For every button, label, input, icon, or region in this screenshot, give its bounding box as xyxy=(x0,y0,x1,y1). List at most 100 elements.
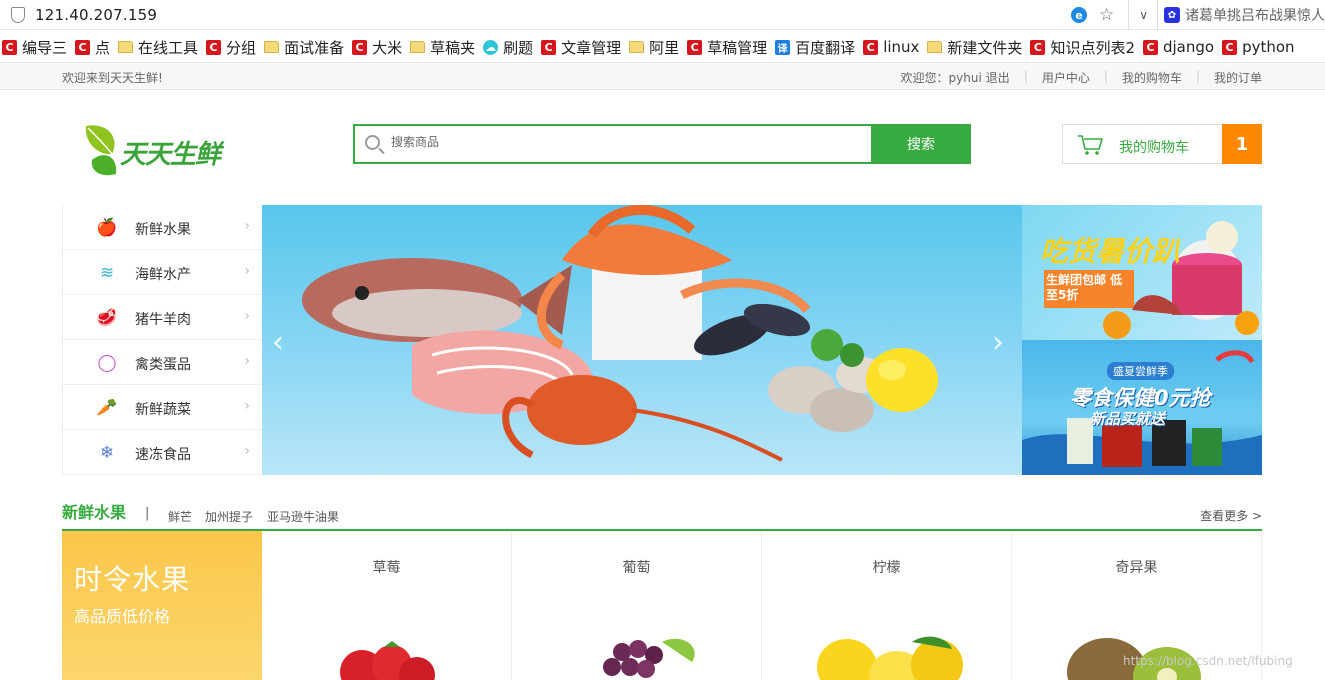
category-label: 新鲜水果 xyxy=(135,222,191,238)
bookmark-item[interactable]: 在线工具 xyxy=(118,37,198,58)
category-item[interactable]: ≋ 海鲜水产 › xyxy=(63,250,262,295)
seasonal-promo[interactable]: 时令水果 高品质低价格 xyxy=(62,531,262,680)
search-button[interactable]: 搜索 xyxy=(871,124,971,164)
apple-icon: 🍎 xyxy=(96,218,118,238)
goods-name[interactable]: 葡萄 xyxy=(512,557,761,577)
bookmark-item[interactable]: C 知识点列表2 xyxy=(1030,37,1135,58)
bookmark-label: django xyxy=(1162,38,1215,56)
bookmark-item[interactable]: Clinux xyxy=(863,38,919,56)
goods-item[interactable]: 柠檬 xyxy=(762,531,1012,680)
ad1-title: 吃货暑价趴 xyxy=(1040,235,1181,268)
folder-icon xyxy=(629,41,645,53)
bookmark-label: 面试准备 xyxy=(284,38,345,57)
cloud-icon: ☁ xyxy=(483,39,499,55)
egg-icon: ◯ xyxy=(97,353,117,373)
ad-summer-deal[interactable]: 吃货暑价趴 生鲜团包邮 低至5折 xyxy=(1022,205,1262,340)
goods-item[interactable]: 草莓 xyxy=(262,531,512,680)
goods-name[interactable]: 奇异果 xyxy=(1012,557,1261,577)
bookmark-item[interactable]: C点 xyxy=(75,37,110,58)
meat-icon: 🥩 xyxy=(96,308,118,328)
prev-slide-arrow-icon[interactable]: ‹ xyxy=(272,325,284,360)
category-item[interactable]: 🥕 新鲜蔬菜 › xyxy=(63,385,262,430)
address-bar-actions: e ☆ ∨ ✿ 诸葛单挑吕布战果惊人 xyxy=(1070,0,1325,30)
category-item[interactable]: 🍎 新鲜水果 › xyxy=(63,205,262,250)
bookmark-label: 点 xyxy=(95,38,111,57)
bookmark-item[interactable]: C 分组 xyxy=(206,37,256,58)
sub-link-avocado[interactable]: 亚马逊牛油果 xyxy=(267,508,339,525)
bookmark-label: 在线工具 xyxy=(138,38,199,57)
csdn-icon: C xyxy=(352,39,368,55)
search-icon xyxy=(365,135,380,150)
chevron-down-icon[interactable]: ∨ xyxy=(1139,8,1148,22)
goods-name[interactable]: 柠檬 xyxy=(762,557,1011,577)
folder-icon xyxy=(927,41,943,53)
lemon-image xyxy=(817,636,963,680)
bookmark-label: 编导三 xyxy=(22,38,68,57)
folder-icon xyxy=(264,41,280,53)
bookmark-item[interactable]: C 编导三 xyxy=(2,37,67,58)
bookmark-label: linux xyxy=(883,38,920,56)
watermark: https://blog.csdn.net/lfubing xyxy=(1123,654,1293,668)
news-snippet[interactable]: 诸葛单挑吕布战果惊人 xyxy=(1185,5,1325,25)
cart-count-badge[interactable]: 1 xyxy=(1222,124,1262,164)
category-item[interactable]: 🥩 猪牛羊肉 › xyxy=(63,295,262,340)
search-input[interactable] xyxy=(391,135,851,149)
bookmark-item[interactable]: C 草稿管理 xyxy=(687,37,767,58)
bookmark-item[interactable]: C 文章管理 xyxy=(541,37,621,58)
ad2-tag: 盛夏尝鲜季 xyxy=(1107,362,1174,380)
bookmark-item[interactable]: 译百度翻译 xyxy=(775,37,855,58)
section-title[interactable]: 新鲜水果 xyxy=(62,499,126,523)
bookmark-item[interactable]: 面试准备 xyxy=(264,37,344,58)
promo-subtitle: 高品质低价格 xyxy=(74,607,171,626)
logo-text: 天天生鲜 xyxy=(120,140,221,170)
logout-link[interactable]: 退出 xyxy=(986,69,1010,86)
view-more-link[interactable]: 查看更多 > xyxy=(1200,507,1262,524)
category-item[interactable]: ◯ 禽类蛋品 › xyxy=(63,340,262,385)
folder-icon xyxy=(410,41,426,53)
bookmark-label: 分组 xyxy=(226,38,257,57)
csdn-icon: C xyxy=(2,39,17,55)
bookmark-item[interactable]: Cdjango xyxy=(1142,38,1215,56)
csdn-icon: C xyxy=(863,39,879,55)
category-label: 禽类蛋品 xyxy=(135,357,191,373)
bookmark-label: 文章管理 xyxy=(561,38,622,57)
bookmark-item[interactable]: 草稿夹 xyxy=(410,37,475,58)
goods-item[interactable]: 葡萄 xyxy=(512,531,762,680)
url-field[interactable]: 121.40.207.159 xyxy=(35,6,157,24)
ad2-subtitle: 新品买就送 xyxy=(1090,410,1166,428)
ad-snack-promo[interactable]: 盛夏尝鲜季 零食保健0元抢 新品买就送 xyxy=(1022,340,1262,475)
bookmark-label: 草稿夹 xyxy=(430,38,476,57)
bookmark-item[interactable]: ☁ 刷题 xyxy=(483,37,533,58)
csdn-icon: C xyxy=(1222,39,1238,55)
ie-mode-icon[interactable]: e xyxy=(1070,7,1087,23)
sub-link-grape[interactable]: 加州提子 xyxy=(205,508,253,525)
bookmark-item[interactable]: C 大米 xyxy=(352,37,402,58)
section-header: 新鲜水果 | 鲜芒 加州提子 亚马逊牛油果 查看更多 > xyxy=(62,495,1262,531)
my-cart-link[interactable]: 我的购物车 xyxy=(1122,69,1182,86)
goods-name[interactable]: 草莓 xyxy=(262,557,511,577)
category-item[interactable]: ❄ 速冻食品 › xyxy=(63,430,262,475)
user-center-link[interactable]: 用户中心 xyxy=(1042,69,1090,86)
bookmark-label: 百度翻译 xyxy=(795,38,856,57)
my-orders-link[interactable]: 我的订单 xyxy=(1214,69,1262,86)
banner-carousel[interactable]: ‹ › xyxy=(262,205,1022,475)
chevron-right-icon: › xyxy=(244,263,250,279)
bookmark-item[interactable]: 阿里 xyxy=(629,37,679,58)
yi-icon: 译 xyxy=(775,39,791,55)
cart-label: 我的购物车 xyxy=(1119,140,1189,156)
divider: | xyxy=(1103,69,1108,83)
ad1-subtitle: 生鲜团包邮 低至5折 xyxy=(1046,273,1123,302)
bookmark-label: 知识点列表2 xyxy=(1050,38,1135,57)
next-slide-arrow-icon[interactable]: › xyxy=(992,325,1004,360)
shield-icon[interactable] xyxy=(11,6,25,23)
site-logo[interactable]: 天天生鲜 xyxy=(78,116,233,180)
csdn-icon: C xyxy=(75,39,91,55)
star-icon[interactable]: ☆ xyxy=(1099,5,1114,25)
folder-icon xyxy=(118,41,134,53)
chevron-right-icon: › xyxy=(244,308,250,324)
divider: | xyxy=(145,506,150,521)
bookmark-item[interactable]: Cpython xyxy=(1222,38,1295,56)
bookmark-item[interactable]: 新建文件夹 xyxy=(927,37,1022,58)
sub-link-mango[interactable]: 鲜芒 xyxy=(168,508,192,525)
welcome-text: 欢迎来到天天生鲜! xyxy=(62,71,163,85)
